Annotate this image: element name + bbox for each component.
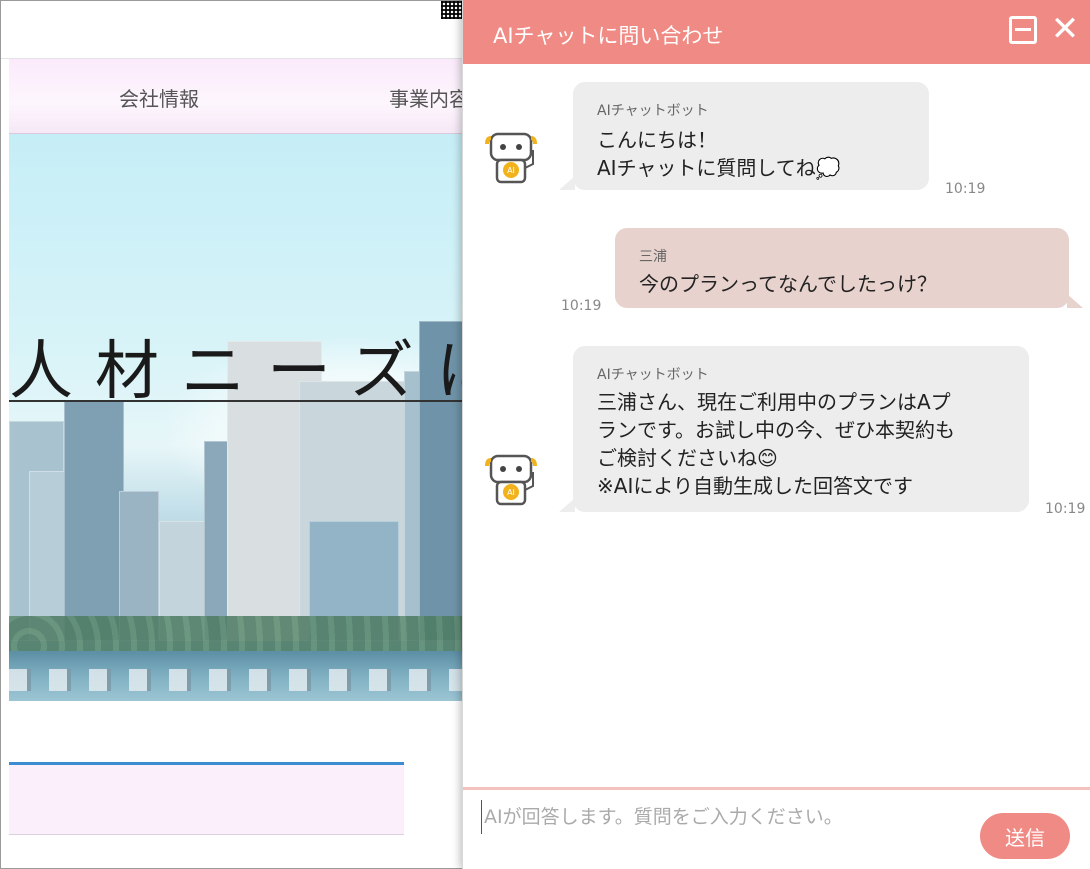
message-sender: AIチャットボット	[597, 367, 709, 383]
hero-title: 人材ニーズに	[9, 335, 469, 409]
message-sender: AIチャットボット	[597, 103, 709, 119]
qr-code-icon	[441, 1, 463, 19]
close-icon[interactable]: ✕	[1049, 12, 1081, 46]
chat-input[interactable]	[481, 800, 961, 834]
tree-line	[9, 616, 469, 656]
svg-text:AI: AI	[507, 166, 515, 175]
message-text: 三浦さん、現在ご利用中のプランはAプ ランです。お試し中の今、ぜひ本契約も ご検…	[597, 390, 955, 498]
bot-message: AIチャットボット こんにちは！ AIチャットに質問してね💭	[559, 82, 929, 190]
section-box	[9, 765, 404, 835]
hero-banner: 人材ニーズに	[9, 134, 469, 701]
hero-divider	[9, 400, 469, 402]
site-nav: 会社情報 事業内容	[9, 59, 469, 134]
nav-item-business[interactable]: 事業内容	[389, 83, 469, 112]
svg-text:AI: AI	[507, 488, 515, 497]
chat-widget: AIチャットに問い合わせ ✕ AI AIチャットボット こんにちは！ AIチャッ…	[462, 0, 1090, 869]
message-time: 10:19	[561, 298, 602, 314]
message-text: 今のプランってなんでしたっけ？	[639, 272, 937, 296]
chat-title: AIチャットに問い合わせ	[493, 24, 724, 48]
send-button[interactable]: 送信	[980, 813, 1070, 859]
bot-message: AIチャットボット 三浦さん、現在ご利用中のプランはAプ ランです。お試し中の今…	[559, 346, 1029, 512]
message-sender: 三浦	[639, 249, 667, 265]
building	[64, 401, 124, 641]
boats	[9, 669, 469, 691]
nav-item-company[interactable]: 会社情報	[119, 83, 199, 112]
robot-icon: AI	[485, 132, 537, 184]
message-text: こんにちは！ AIチャットに質問してね💭	[597, 128, 841, 180]
chat-input-area: 送信	[463, 787, 1090, 869]
message-time: 10:19	[945, 181, 986, 197]
message-time: 10:19	[1045, 501, 1086, 517]
chat-header: AIチャットに問い合わせ ✕	[463, 0, 1090, 64]
user-message: 三浦 今のプランってなんでしたっけ？	[615, 228, 1083, 308]
minimize-icon[interactable]	[1009, 16, 1037, 44]
robot-icon: AI	[485, 454, 537, 506]
